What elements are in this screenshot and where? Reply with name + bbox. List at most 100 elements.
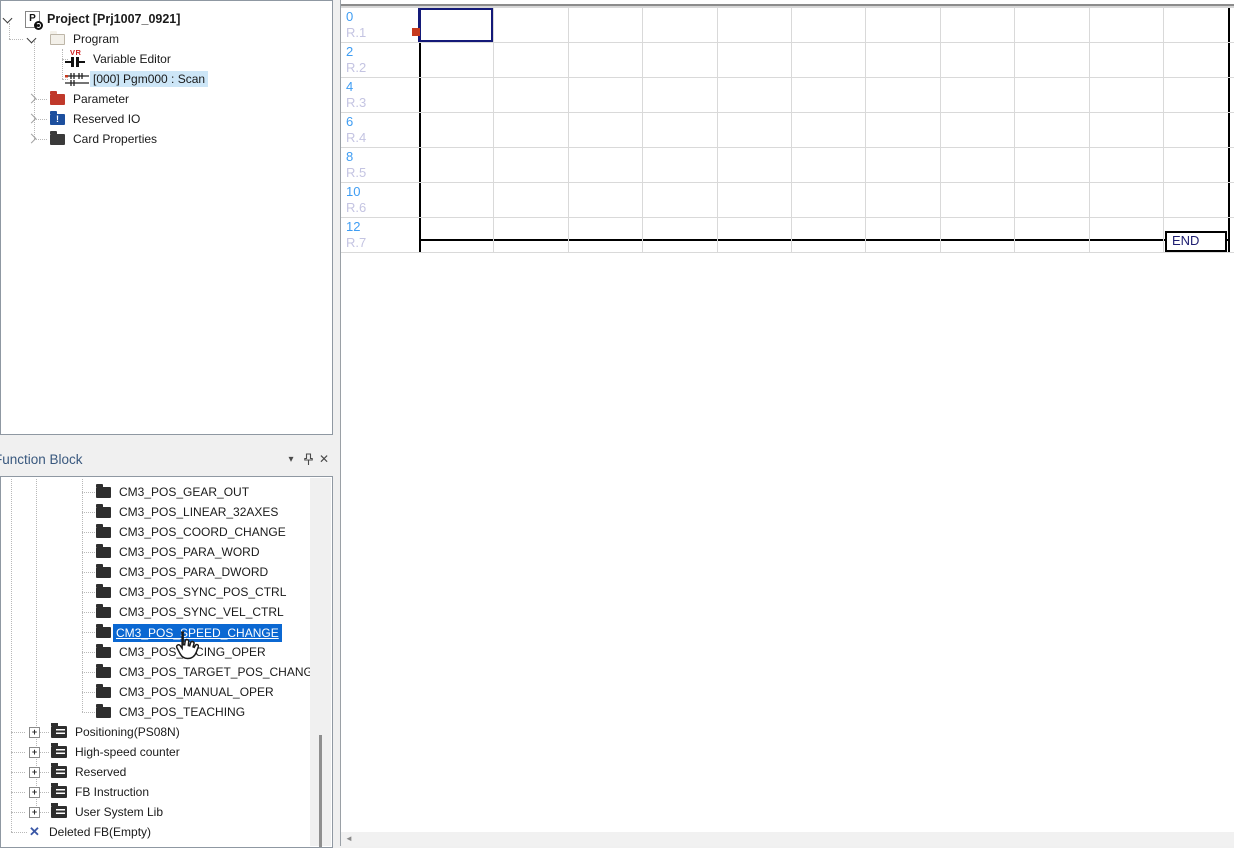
selected-cell[interactable] bbox=[418, 7, 494, 43]
tree-item-label[interactable]: Card Properties bbox=[73, 131, 157, 147]
fb-item-label[interactable]: CM3_POS_GEAR_OUT bbox=[119, 484, 249, 500]
fb-item-user-system-lib[interactable]: + User System Lib bbox=[1, 802, 332, 822]
chevron-down-icon[interactable]: ▾ bbox=[284, 445, 298, 475]
tree-guide-line bbox=[82, 552, 95, 553]
grid-line bbox=[1163, 7, 1164, 252]
ladder-editor: END 0R.12R.24R.36R.48R.510R.612R.7 ◄ bbox=[341, 0, 1234, 846]
expand-plus-icon[interactable]: + bbox=[29, 747, 40, 758]
fb-item-label[interactable]: CM3_POS_TEACHING bbox=[119, 704, 245, 720]
fb-item-label[interactable]: CM3_POS_MANUAL_OPER bbox=[119, 684, 274, 700]
folder-black-icon bbox=[96, 587, 111, 598]
tree-item-reserved-io[interactable]: !Reserved IO bbox=[1, 109, 332, 129]
rung-label: R.3 bbox=[346, 95, 366, 110]
tree-item-label[interactable]: [000] Pgm000 : Scan bbox=[90, 71, 208, 87]
chevron-right-icon[interactable] bbox=[27, 114, 37, 124]
ladder-program-icon bbox=[65, 72, 89, 90]
chevron-down-icon[interactable] bbox=[3, 14, 13, 24]
expand-plus-icon[interactable]: + bbox=[29, 787, 40, 798]
chevron-down-icon[interactable] bbox=[27, 34, 37, 44]
folder-black-icon bbox=[96, 667, 111, 678]
ladder-grid[interactable]: END 0R.12R.24R.36R.48R.510R.612R.7 bbox=[341, 7, 1234, 255]
fb-item-cm3-pos-incing-oper[interactable]: CM3_POS_INCING_OPER bbox=[1, 642, 332, 662]
fb-item-cm3-pos-speed-change[interactable]: CM3_POS_SPEED_CHANGE bbox=[1, 622, 332, 642]
hand-cursor bbox=[172, 630, 199, 664]
fb-item-cm3-pos-manual-oper[interactable]: CM3_POS_MANUAL_OPER bbox=[1, 682, 332, 702]
fb-group-label[interactable]: Reserved bbox=[75, 764, 126, 780]
fb-item-label[interactable]: CM3_POS_COORD_CHANGE bbox=[119, 524, 286, 540]
fb-item-reserved[interactable]: + Reserved bbox=[1, 762, 332, 782]
tree-item-label[interactable]: Project [Prj1007_0921] bbox=[47, 11, 180, 27]
horizontal-scrollbar[interactable]: ◄ bbox=[341, 832, 1234, 846]
fb-item-cm3-pos-para-word[interactable]: CM3_POS_PARA_WORD bbox=[1, 542, 332, 562]
close-icon[interactable]: ✕ bbox=[316, 445, 332, 475]
fb-item-label[interactable]: CM3_POS_SYNC_POS_CTRL bbox=[119, 584, 286, 600]
fb-item-cm3-pos-teaching[interactable]: CM3_POS_TEACHING bbox=[1, 702, 332, 722]
fb-item-label[interactable]: CM3_POS_LINEAR_32AXES bbox=[119, 504, 278, 520]
fb-item-label[interactable]: CM3_POS_SYNC_VEL_CTRL bbox=[119, 604, 284, 620]
tree-item-label[interactable]: Variable Editor bbox=[93, 51, 171, 67]
tree-item-card-properties[interactable]: Card Properties bbox=[1, 129, 332, 149]
grid-line bbox=[940, 7, 941, 252]
fb-item-cm3-pos-gear-out[interactable]: CM3_POS_GEAR_OUT bbox=[1, 482, 332, 502]
folder-black-icon bbox=[96, 607, 111, 618]
fb-item-high-speed-counter[interactable]: + High-speed counter bbox=[1, 742, 332, 762]
panel-title: Function Block bbox=[0, 445, 83, 475]
fb-group-label[interactable]: User System Lib bbox=[75, 804, 163, 820]
fb-item-cm3-pos-sync-vel-ctrl[interactable]: CM3_POS_SYNC_VEL_CTRL bbox=[1, 602, 332, 622]
tree-guide-line bbox=[82, 492, 95, 493]
expand-plus-icon[interactable]: + bbox=[29, 767, 40, 778]
rung-label: R.6 bbox=[346, 200, 366, 215]
end-instruction[interactable]: END bbox=[1165, 231, 1227, 252]
tree-item-label[interactable]: Parameter bbox=[73, 91, 129, 107]
folder-black-icon bbox=[96, 527, 111, 538]
rung-line bbox=[420, 239, 1165, 241]
chevron-right-icon[interactable] bbox=[27, 134, 37, 144]
tree-item-label[interactable]: Program bbox=[73, 31, 119, 47]
fb-item-fb-instruction[interactable]: + FB Instruction bbox=[1, 782, 332, 802]
fb-item-label[interactable]: CM3_POS_PARA_DWORD bbox=[119, 564, 268, 580]
tree-guide-line bbox=[82, 692, 95, 693]
fb-item-cm3-pos-linear-32axes[interactable]: CM3_POS_LINEAR_32AXES bbox=[1, 502, 332, 522]
tree-item-label[interactable]: Reserved IO bbox=[73, 111, 140, 127]
fb-group-label[interactable]: High-speed counter bbox=[75, 744, 180, 760]
tree-item-project-prj1007-0921[interactable]: PProject [Prj1007_0921] bbox=[1, 9, 332, 29]
fb-item-cm3-pos-sync-pos-ctrl[interactable]: CM3_POS_SYNC_POS_CTRL bbox=[1, 582, 332, 602]
expand-plus-icon[interactable]: + bbox=[29, 727, 40, 738]
expand-plus-icon[interactable]: + bbox=[29, 807, 40, 818]
tree-item-000-pgm000-scan[interactable]: [000] Pgm000 : Scan bbox=[1, 69, 332, 89]
pin-icon[interactable] bbox=[301, 445, 315, 475]
fb-group-label[interactable]: Positioning(PS08N) bbox=[75, 724, 180, 740]
tree-item-program[interactable]: Program bbox=[1, 29, 332, 49]
folder-black-icon bbox=[96, 487, 111, 498]
step-number: 10 bbox=[346, 184, 360, 199]
fb-item-cm3-pos-para-dword[interactable]: CM3_POS_PARA_DWORD bbox=[1, 562, 332, 582]
tree-guide-line bbox=[82, 572, 95, 573]
step-number: 8 bbox=[346, 149, 353, 164]
fb-item-cm3-pos-target-pos-change[interactable]: CM3_POS_TARGET_POS_CHANGE bbox=[1, 662, 332, 682]
fb-item-label[interactable]: CM3_POS_PARA_WORD bbox=[119, 544, 259, 560]
project-tree-panel: PProject [Prj1007_0921] Program VR Variable… bbox=[0, 0, 333, 435]
library-folder-icon bbox=[51, 726, 67, 738]
fb-item-deleted-fb-empty[interactable]: ✕Deleted FB(Empty) bbox=[1, 822, 332, 842]
chevron-right-icon[interactable] bbox=[27, 94, 37, 104]
fb-item-cm3-pos-coord-change[interactable]: CM3_POS_COORD_CHANGE bbox=[1, 522, 332, 542]
fb-item-label[interactable]: CM3_POS_TARGET_POS_CHANGE bbox=[119, 664, 321, 680]
tree-guide-line bbox=[82, 652, 95, 653]
tree-item-parameter[interactable]: Parameter bbox=[1, 89, 332, 109]
grid-line bbox=[493, 7, 494, 252]
fb-item-positioning-ps08n[interactable]: + Positioning(PS08N) bbox=[1, 722, 332, 742]
grid-line bbox=[642, 7, 643, 252]
grid-line bbox=[341, 147, 1234, 148]
grid-line bbox=[341, 42, 1234, 43]
fb-group-label[interactable]: FB Instruction bbox=[75, 784, 149, 800]
deleted-fb-label[interactable]: Deleted FB(Empty) bbox=[49, 824, 151, 840]
cursor-position-marker bbox=[412, 28, 420, 36]
tree-guide-line bbox=[11, 752, 25, 753]
scroll-left-arrow-icon[interactable]: ◄ bbox=[345, 835, 353, 843]
scrollbar-thumb[interactable] bbox=[319, 735, 322, 847]
grid-line bbox=[341, 7, 1234, 8]
tree-item-variable-editor[interactable]: VR Variable Editor bbox=[1, 49, 332, 69]
variable-editor-icon: VR bbox=[65, 50, 85, 68]
vertical-scrollbar[interactable] bbox=[310, 478, 331, 846]
step-number: 12 bbox=[346, 219, 360, 234]
